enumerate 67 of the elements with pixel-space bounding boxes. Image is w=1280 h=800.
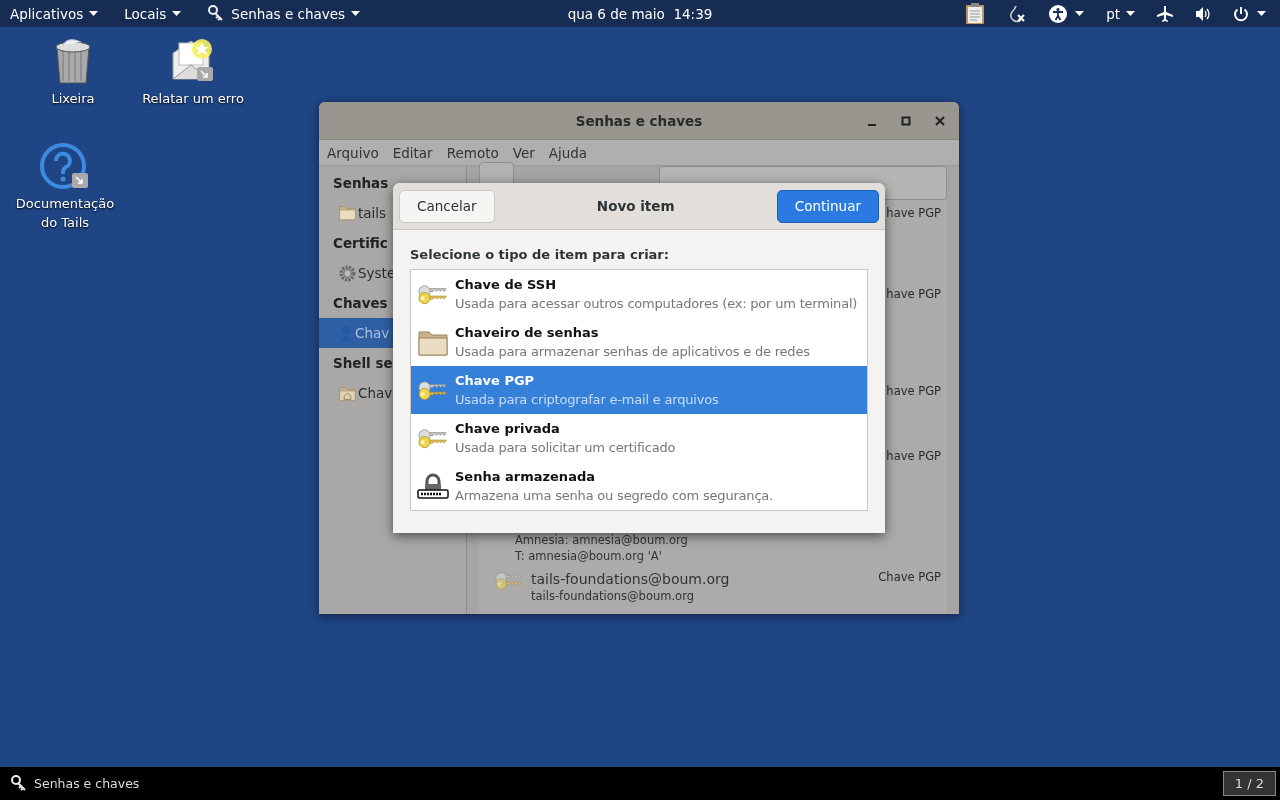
power-icon[interactable] bbox=[1233, 5, 1249, 22]
desktop-icon-label[interactable]: Documentação do Tails bbox=[15, 194, 115, 232]
menu-item[interactable]: Arquivo bbox=[327, 144, 379, 161]
top-bar-menu[interactable]: Aplicativos bbox=[10, 4, 99, 23]
volume-icon[interactable] bbox=[1195, 5, 1211, 22]
airplane-icon[interactable] bbox=[1157, 5, 1173, 22]
key-type: have PGP bbox=[885, 287, 941, 303]
caret-icon bbox=[1126, 11, 1135, 16]
caret-icon bbox=[1257, 11, 1266, 16]
dialog-title: Novo item bbox=[596, 198, 675, 214]
key-type: have PGP bbox=[885, 449, 941, 465]
menu-item[interactable]: Ver bbox=[512, 144, 535, 161]
menu-item[interactable]: Remoto bbox=[446, 144, 499, 161]
trash-icon[interactable] bbox=[53, 37, 93, 85]
folder-icon bbox=[339, 205, 356, 221]
folder-icon bbox=[418, 328, 448, 356]
item-type-option[interactable]: Chaveiro de senhas Usada para armazenar senhas de aplicativos e de redes bbox=[411, 318, 867, 366]
item-type-option[interactable]: Senha armazenada Armazena uma senha ou segredo com segurança. bbox=[411, 462, 867, 510]
caret-icon bbox=[172, 11, 182, 16]
item-type-option[interactable]: Chave privada Usada para solicitar um certificado bbox=[411, 414, 867, 462]
caret-icon bbox=[89, 11, 99, 16]
home-folder-icon bbox=[339, 385, 356, 401]
sidebar-item[interactable]: Chav bbox=[355, 325, 390, 341]
caret-icon bbox=[351, 11, 361, 16]
continue-button[interactable]: Continuar bbox=[776, 189, 879, 223]
desktop-icon-label[interactable]: Relatar um erro bbox=[142, 89, 244, 108]
key-detail: Amnesia: amnesia@boum.org bbox=[515, 532, 688, 548]
key-icon bbox=[418, 282, 448, 306]
help-icon[interactable] bbox=[39, 142, 91, 190]
maximize-icon[interactable] bbox=[901, 115, 911, 126]
language-menu[interactable]: pt bbox=[1106, 5, 1135, 22]
item-type-option[interactable]: Chave de SSH Usada para acessar outros computadores (ex: por um terminal) bbox=[411, 270, 867, 318]
sidebar-heading: Senhas bbox=[333, 175, 389, 191]
clock[interactable]: qua 6 de maio 14:39 bbox=[567, 5, 713, 22]
key-type: have PGP bbox=[885, 206, 941, 222]
key-detail: tails-foundations@boum.org bbox=[531, 588, 695, 604]
keys-icon bbox=[10, 774, 28, 793]
close-icon[interactable] bbox=[935, 115, 945, 126]
top-bar-menu[interactable]: Locais bbox=[124, 4, 182, 23]
menu-item[interactable]: Ajuda bbox=[548, 144, 588, 161]
window-title: Senhas e chaves bbox=[575, 112, 703, 129]
desktop-icon-label[interactable]: Lixeira bbox=[51, 89, 95, 108]
caret-icon bbox=[1075, 11, 1085, 16]
lock-icon bbox=[417, 473, 449, 499]
sidebar-heading: Chaves bbox=[333, 295, 388, 311]
menu-item[interactable]: Editar bbox=[392, 144, 433, 161]
key-name: tails-foundations@boum.org bbox=[531, 570, 730, 588]
gear-icon bbox=[339, 264, 356, 282]
sidebar-item[interactable]: Syste bbox=[358, 265, 396, 281]
key-icon bbox=[495, 570, 523, 591]
sidebar-item[interactable]: tails bbox=[358, 205, 387, 221]
accessibility-icon[interactable] bbox=[1049, 4, 1068, 23]
workspace-indicator[interactable]: 1 / 2 bbox=[1222, 771, 1276, 796]
key-type: have PGP bbox=[885, 384, 941, 400]
sidebar-heading: Shell se bbox=[333, 355, 393, 371]
key-icon bbox=[418, 426, 448, 450]
sidebar-heading: Certific bbox=[333, 235, 388, 251]
sidebar-item[interactable]: Chav bbox=[358, 385, 393, 401]
key-icon bbox=[418, 378, 448, 402]
cancel-button[interactable]: Cancelar bbox=[399, 189, 495, 223]
taskbar-item[interactable]: Senhas e chaves bbox=[10, 774, 140, 793]
key-detail: T: amnesia@boum.org 'A' bbox=[515, 548, 663, 564]
prompt-label: Selecione o tipo de item para criar: bbox=[410, 247, 670, 262]
top-bar-menu[interactable]: Senhas e chaves bbox=[207, 4, 361, 23]
item-type-option[interactable]: Chave PGP Usada para criptografar e-mail e arquivos bbox=[411, 366, 867, 414]
key-type: Chave PGP bbox=[877, 570, 941, 586]
clipboard-icon[interactable] bbox=[965, 2, 986, 25]
